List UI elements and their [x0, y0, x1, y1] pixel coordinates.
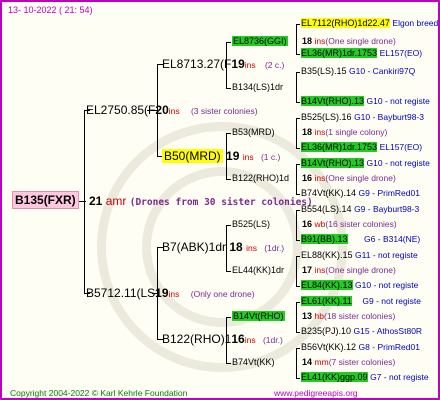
gen3-node[interactable]: B14Vt(RHO) — [232, 311, 285, 321]
gen3-name: B134(LS)1dr — [232, 82, 284, 92]
root-name: B135(FXR) — [12, 191, 79, 209]
gen3-detail: 13 hb(18 sister colonies) — [302, 311, 396, 321]
gen2-name: B50(MRD) — [162, 149, 223, 163]
gen4-node[interactable]: EL41(KK)ggp.09 G7 - not registe — [301, 372, 429, 382]
gen3-name: B122(RHO)1d — [232, 173, 290, 183]
root-detail: 21 amr (Drones from 30 sister colonies) — [89, 195, 313, 208]
gen1-note: (Only one drone) — [190, 289, 255, 299]
pedigree-frame: 13- 10-2022 ( 21: 54) B135(FXR) 21 amr (… — [0, 0, 440, 400]
root-gen: 21 — [89, 194, 103, 208]
gen2-gen: 19 — [226, 149, 240, 163]
gen2-note: (1dr.) — [262, 335, 283, 345]
gen2-node[interactable]: B122(RHO)116ins (1dr.) — [162, 333, 283, 345]
gen1-name: EL2750.85(F — [86, 103, 156, 117]
gen4-node[interactable]: B35(LS).15 G10 - Cankiri97Q — [301, 67, 415, 76]
gen4-node[interactable]: B91(BB).13 G6 - B314(NE) — [301, 234, 420, 244]
copyright-text: Copyright 2004-2022 © Karl Kehrle Founda… — [10, 388, 188, 398]
gen3-name: B525(LS) — [232, 219, 271, 229]
gen4-node[interactable]: B14Vt(RHO).13 G10 - not registe — [301, 96, 430, 106]
gen4-node[interactable]: B525(LS).16 G10 - Bayburt98-3 — [301, 113, 424, 122]
gen4-node[interactable]: EL84(KK).13 G10 - not registe — [301, 280, 418, 290]
gen2-name: B122(RHO)1 — [162, 332, 232, 346]
gen3-detail: 17 ins(One single drone) — [302, 265, 396, 275]
gen2-gen: 16 — [231, 332, 245, 346]
gen3-name: B53(MRD) — [232, 127, 275, 137]
gen3-detail: 18 ins(1 single colony) — [302, 127, 388, 137]
gen4-node[interactable]: B56Vt(KK).12 G8 - PrimRed01 — [301, 343, 420, 352]
gen3-detail: 18 ins(One single drone) — [302, 36, 396, 46]
gen2-ins: ins — [246, 243, 257, 253]
gen3-node[interactable]: B525(LS) — [232, 220, 270, 229]
gen3-node[interactable]: B122(RHO)1d — [232, 174, 289, 183]
gen3-node[interactable]: EL8736(GGI) — [232, 36, 288, 46]
gen2-note: (1 c.) — [260, 152, 281, 162]
gen4-node[interactable]: EL7112(RHO)1d22.47 Elgon breed — [301, 18, 438, 28]
gen3-node[interactable]: B74Vt(KK) — [232, 358, 275, 367]
site-link[interactable]: www.pedigreeapis.org — [274, 388, 358, 398]
gen2-gen: 19 — [231, 57, 245, 71]
gen1-node[interactable]: B5712.11(LS19ins (Only one drone) — [86, 287, 255, 299]
header-date: 13- 10-2022 ( 21: 54) — [8, 5, 93, 15]
gen2-node[interactable]: EL8713.27(F19ins (2 c.) — [162, 58, 284, 70]
gen3-detail: 14 mm(7 sister colonies) — [302, 357, 396, 367]
gen4-node[interactable]: B74Vt(KK).14 G9 - PrimRed01 — [301, 189, 420, 198]
gen2-ins: ins — [242, 152, 254, 162]
gen4-node[interactable]: B235(PJ).10 G15 - AthosSt80R — [301, 327, 422, 336]
gen3-name: B74Vt(KK) — [232, 357, 275, 367]
gen4-node[interactable]: EL61(KK).11 G9 - not registe — [301, 296, 421, 306]
gen3-node[interactable]: B134(LS)1dr — [232, 83, 283, 92]
gen1-note: (3 sister colonies) — [190, 106, 258, 116]
gen3-name: EL44(KK)1dr — [232, 265, 285, 275]
gen2-name: B7(ABK)1dr — [162, 240, 227, 254]
gen3-node[interactable]: B53(MRD) — [232, 128, 275, 137]
gen4-node[interactable]: B14Vt(RHO).13 G10 - not registe — [301, 158, 430, 168]
root-queen[interactable]: B135(FXR) — [12, 191, 79, 209]
gen4-node[interactable]: B554(LS).14 G9 - Bayburt98-3 — [301, 205, 419, 214]
gen1-gen: 19 — [155, 286, 169, 300]
gen4-node[interactable]: EL36(MR)1dr.1753 EL157(EO) — [301, 142, 422, 152]
gen2-node[interactable]: B7(ABK)1dr 18 ins (1dr.) — [162, 241, 284, 253]
gen3-node[interactable]: EL44(KK)1dr — [232, 266, 284, 275]
gen3-detail: 16 wb(16 sister colonies) — [302, 219, 397, 229]
gen3-name: EL8736(GGI) — [232, 36, 288, 46]
gen2-node[interactable]: B50(MRD) 19 ins (1 c.) — [162, 149, 281, 163]
gen1-name: B5712.11(LS — [86, 286, 156, 300]
gen2-name: EL8713.27(F — [162, 57, 232, 71]
root-ins: amr — [105, 194, 127, 208]
gen2-note: (1dr.) — [264, 243, 285, 253]
gen1-gen: 20 — [155, 103, 169, 117]
gen1-ins: ins — [168, 106, 180, 116]
gen2-note: (2 c.) — [264, 60, 285, 70]
gen2-ins: ins — [244, 60, 256, 70]
gen1-ins: ins — [168, 289, 180, 299]
gen1-node[interactable]: EL2750.85(F20ins (3 sister colonies) — [86, 104, 258, 116]
gen4-node[interactable]: EL36(MR)1dr.1753 EL157(EO) — [301, 48, 422, 58]
gen3-detail: 16 ins(One single drone) — [302, 173, 396, 183]
gen2-gen: 18 — [229, 240, 243, 254]
gen3-name: B14Vt(RHO) — [232, 311, 285, 321]
gen4-node[interactable]: EL88(KK).15 G11 - not registe — [301, 251, 418, 260]
root-note: (Drones from 30 sister colonies) — [129, 197, 313, 208]
gen2-ins: ins — [244, 335, 256, 345]
